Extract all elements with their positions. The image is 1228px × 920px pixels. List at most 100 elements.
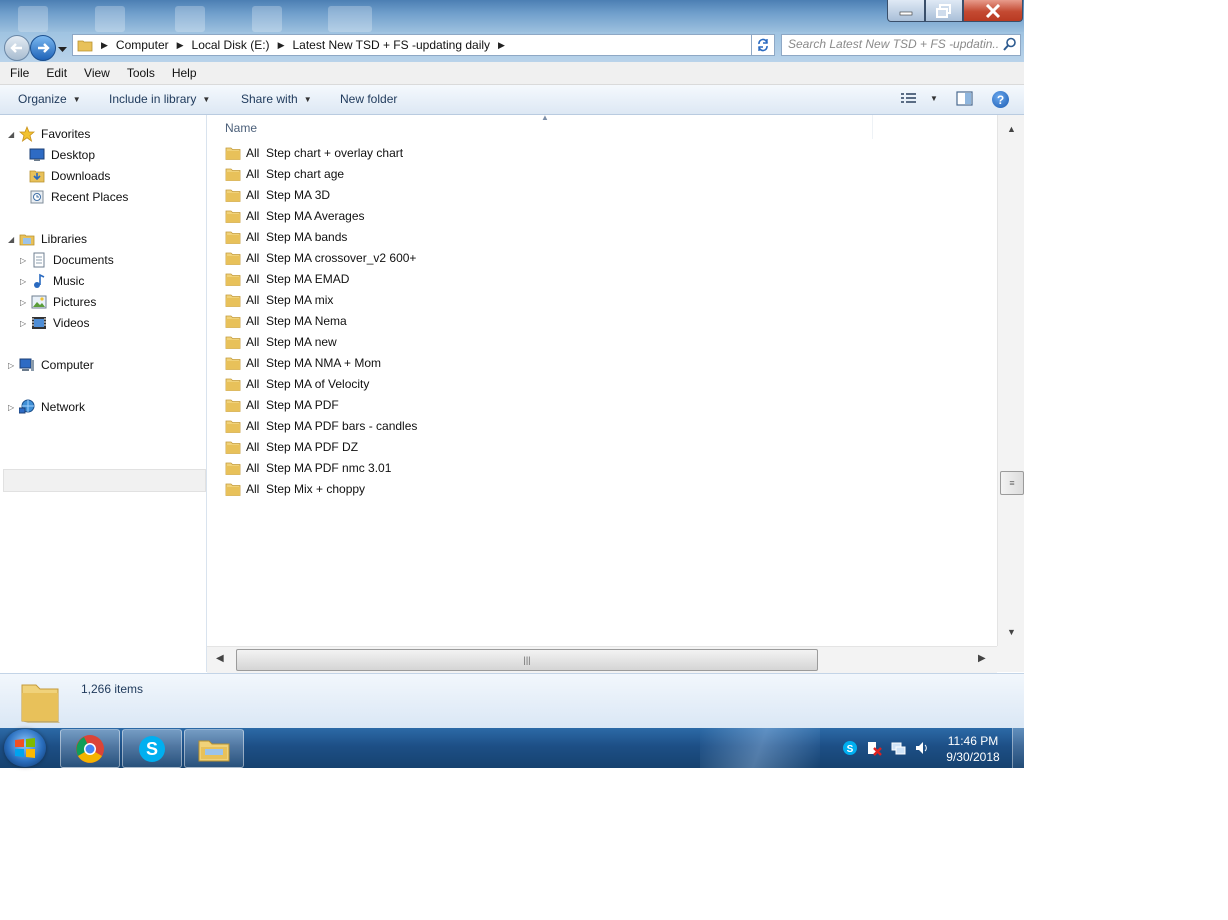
breadcrumb-computer[interactable]: Computer xyxy=(116,38,169,52)
breadcrumb-local-disk[interactable]: Local Disk (E:) xyxy=(192,38,270,52)
tree-item-pictures[interactable]: ▷ Pictures xyxy=(20,292,96,312)
breadcrumb-separator[interactable]: ▶ xyxy=(278,40,285,51)
column-header-name[interactable]: Name xyxy=(225,121,257,135)
file-row[interactable]: All Step MA EMAD xyxy=(225,268,417,289)
file-row[interactable]: All Step MA of Velocity xyxy=(225,373,417,394)
taskbar: S S 11:46 PM 9/30/2018 xyxy=(0,728,1025,768)
folder-icon xyxy=(225,210,241,223)
action-center-alert-icon[interactable] xyxy=(866,740,882,759)
help-button[interactable]: ? xyxy=(992,91,1009,108)
organize-button[interactable]: Organize ▼ xyxy=(18,92,81,106)
scroll-down-arrow-icon[interactable]: ▼ xyxy=(1007,627,1016,637)
collapse-arrow-icon[interactable]: ◢ xyxy=(8,235,18,244)
horizontal-scrollbar[interactable]: ◀ ||| ▶ xyxy=(207,646,997,673)
file-row[interactable]: All Step chart + overlay chart xyxy=(225,142,417,163)
expand-arrow-icon[interactable]: ▷ xyxy=(20,256,30,265)
network-icon xyxy=(18,399,36,415)
tree-item-documents[interactable]: ▷ Documents xyxy=(20,250,114,270)
expand-arrow-icon[interactable]: ▷ xyxy=(20,277,30,286)
tree-item-videos[interactable]: ▷ Videos xyxy=(20,313,89,333)
close-button[interactable] xyxy=(963,0,1023,22)
file-row[interactable]: All Step MA Nema xyxy=(225,310,417,331)
preview-pane-button[interactable] xyxy=(956,91,974,110)
libraries-icon xyxy=(18,231,36,247)
file-row[interactable]: All Step MA bands xyxy=(225,226,417,247)
vertical-scroll-thumb[interactable]: ≡ xyxy=(1000,471,1024,495)
expand-arrow-icon[interactable]: ▷ xyxy=(20,319,30,328)
new-folder-button[interactable]: New folder xyxy=(340,92,397,106)
scroll-left-arrow-icon[interactable]: ◀ xyxy=(216,653,224,664)
expand-arrow-icon[interactable]: ▷ xyxy=(8,361,18,370)
search-input[interactable] xyxy=(782,35,1004,53)
tree-computer[interactable]: ▷ Computer xyxy=(8,355,94,375)
background-icon xyxy=(328,6,372,32)
refresh-button[interactable] xyxy=(751,34,775,56)
collapse-arrow-icon[interactable]: ◢ xyxy=(8,130,18,139)
address-bar[interactable]: ▶ Computer ▶ Local Disk (E:) ▶ Latest Ne… xyxy=(72,34,818,56)
preview-pane-icon xyxy=(956,91,973,106)
system-clock[interactable]: 11:46 PM 9/30/2018 xyxy=(940,733,1006,765)
menu-tools[interactable]: Tools xyxy=(117,66,162,80)
folder-icon xyxy=(225,441,241,454)
share-with-button[interactable]: Share with ▼ xyxy=(241,92,312,106)
breadcrumb-current-folder[interactable]: Latest New TSD + FS -updating daily xyxy=(292,38,490,52)
breadcrumb-separator[interactable]: ▶ xyxy=(498,40,505,51)
expand-arrow-icon[interactable]: ▷ xyxy=(8,403,18,412)
file-name: All Step MA PDF bars - candles xyxy=(246,418,418,433)
title-bar xyxy=(0,0,1024,32)
file-row[interactable]: All Step MA Averages xyxy=(225,205,417,226)
tree-item-label: Pictures xyxy=(53,295,97,309)
start-button[interactable] xyxy=(4,729,46,767)
caption-buttons xyxy=(887,0,1023,22)
tree-network[interactable]: ▷ Network xyxy=(8,397,85,417)
file-row[interactable]: All Step MA new xyxy=(225,331,417,352)
volume-icon[interactable] xyxy=(914,740,930,759)
menu-bar: File Edit View Tools Help xyxy=(0,62,1024,85)
menu-view[interactable]: View xyxy=(74,66,117,80)
tree-item-recent-places[interactable]: Recent Places xyxy=(28,187,128,207)
minimize-button[interactable] xyxy=(887,0,925,22)
horizontal-scroll-thumb[interactable]: ||| xyxy=(236,649,818,671)
back-button[interactable] xyxy=(4,35,30,61)
include-in-library-button[interactable]: Include in library ▼ xyxy=(109,92,210,106)
forward-button[interactable] xyxy=(30,35,56,61)
file-row[interactable]: All Step MA PDF DZ xyxy=(225,436,417,457)
tree-item-downloads[interactable]: Downloads xyxy=(28,166,110,186)
file-row[interactable]: All Step Mix + choppy xyxy=(225,478,417,499)
file-row[interactable]: All Step MA NMA + Mom xyxy=(225,352,417,373)
restore-button[interactable] xyxy=(925,0,963,22)
file-row[interactable]: All Step MA mix xyxy=(225,289,417,310)
breadcrumb-separator[interactable]: ▶ xyxy=(177,40,184,51)
vertical-scrollbar[interactable]: ▲ ≡ ▼ xyxy=(997,115,1024,646)
file-row[interactable]: All Step chart age xyxy=(225,163,417,184)
tree-favorites[interactable]: ◢ Favorites xyxy=(8,124,90,144)
menu-edit[interactable]: Edit xyxy=(36,66,74,80)
search-box[interactable] xyxy=(781,34,1021,56)
menu-help[interactable]: Help xyxy=(162,66,204,80)
file-row[interactable]: All Step MA crossover_v2 600+ xyxy=(225,247,417,268)
tree-network-label: Network xyxy=(41,400,86,414)
file-row[interactable]: All Step MA PDF bars - candles xyxy=(225,415,417,436)
recent-pages-button[interactable] xyxy=(58,42,67,56)
change-view-button[interactable]: ▼ xyxy=(900,91,938,105)
chevron-down-icon[interactable]: ▼ xyxy=(930,94,938,103)
tree-libraries[interactable]: ◢ Libraries xyxy=(8,229,87,249)
scroll-right-arrow-icon[interactable]: ▶ xyxy=(978,653,986,664)
tree-item-desktop[interactable]: Desktop xyxy=(28,145,95,165)
column-divider[interactable] xyxy=(872,115,873,139)
file-row[interactable]: All Step MA PDF xyxy=(225,394,417,415)
search-icon[interactable] xyxy=(1003,37,1017,54)
tray-skype-icon[interactable]: S xyxy=(842,740,858,759)
file-row[interactable]: All Step MA PDF nmc 3.01 xyxy=(225,457,417,478)
tree-item-music[interactable]: ▷ Music xyxy=(20,271,84,291)
menu-file[interactable]: File xyxy=(0,66,36,80)
file-row[interactable]: All Step MA 3D xyxy=(225,184,417,205)
taskbar-explorer-button[interactable] xyxy=(184,729,244,768)
show-desktop-button[interactable] xyxy=(1012,728,1025,768)
network-tray-icon[interactable] xyxy=(890,740,906,759)
taskbar-skype-button[interactable]: S xyxy=(122,729,182,768)
scroll-up-arrow-icon[interactable]: ▲ xyxy=(1007,124,1016,134)
taskbar-chrome-button[interactable] xyxy=(60,729,120,768)
expand-arrow-icon[interactable]: ▷ xyxy=(20,298,30,307)
breadcrumb-separator: ▶ xyxy=(101,39,108,50)
